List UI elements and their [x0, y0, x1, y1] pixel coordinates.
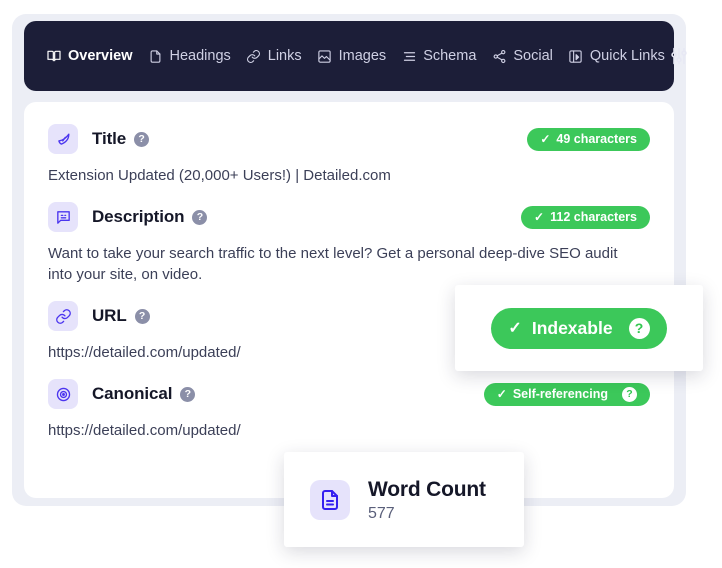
field-description-label: Description [92, 207, 185, 226]
check-icon: ✓ [496, 387, 507, 401]
word-count-text-group: Word Count 577 [368, 477, 486, 523]
status-badge-indexable-label: Indexable [531, 317, 613, 338]
target-icon [48, 379, 78, 409]
field-canonical-header: Canonical ? ✓ Self-referencing ? [48, 379, 650, 409]
share-icon [491, 48, 507, 64]
tab-social-label: Social [513, 48, 553, 64]
document-icon [148, 48, 164, 64]
field-description-header: Description ? ✓ 112 characters [48, 202, 650, 232]
field-title-label: Title [92, 129, 127, 148]
tab-quick-links[interactable]: Quick Links [568, 48, 665, 64]
tab-overview[interactable]: Overview [46, 48, 133, 64]
document-icon [310, 479, 350, 520]
link-icon [246, 48, 262, 64]
tab-social[interactable]: Social [491, 48, 553, 64]
main-navbar: Overview Headings Links Images Schema So… [24, 21, 687, 91]
status-badge-indexable[interactable]: ✓ Indexable ? [491, 307, 667, 349]
tab-headings[interactable]: Headings [148, 48, 231, 64]
quick-links-icon [568, 48, 584, 64]
status-badge-canonical-label: Self-referencing [512, 387, 608, 401]
rocket-icon [48, 124, 78, 154]
field-canonical: Canonical ? ✓ Self-referencing ? https:/… [48, 379, 650, 441]
help-icon-url[interactable]: ? [134, 308, 150, 324]
field-description-value: Want to take your search traffic to the … [48, 245, 618, 283]
link-icon [48, 301, 78, 331]
indexable-callout-card: ✓ Indexable ? [455, 285, 703, 371]
help-icon-canonical[interactable]: ? [180, 386, 196, 402]
check-icon: ✓ [534, 210, 545, 224]
screenshot-root: Overview Headings Links Images Schema So… [0, 0, 722, 568]
status-badge-description-length[interactable]: ✓ 112 characters [521, 205, 650, 229]
nav-item-list: Overview Headings Links Images Schema So… [46, 48, 665, 64]
status-badge-title-length[interactable]: ✓ 49 characters [527, 127, 650, 151]
status-badge-title-length-label: 49 characters [556, 132, 637, 146]
word-count-callout-card: Word Count 577 [284, 452, 524, 547]
tab-headings-label: Headings [169, 48, 231, 64]
word-count-title: Word Count [368, 477, 486, 501]
tab-schema-label: Schema [423, 48, 477, 64]
word-count-value: 577 [368, 504, 395, 522]
status-badge-description-length-label: 112 characters [550, 210, 637, 224]
tab-quick-links-label: Quick Links [589, 48, 665, 64]
tab-links-label: Links [267, 48, 302, 64]
status-badge-canonical[interactable]: ✓ Self-referencing ? [483, 382, 650, 406]
help-icon-title[interactable]: ? [134, 131, 150, 147]
field-canonical-value: https://detailed.com/updated/ [48, 422, 241, 439]
help-icon-canonical-badge[interactable]: ? [622, 386, 637, 402]
tab-links[interactable]: Links [246, 48, 302, 64]
check-icon: ✓ [508, 320, 522, 337]
tab-images-label: Images [338, 48, 387, 64]
book-icon [46, 48, 62, 64]
field-description: Description ? ✓ 112 characters Want to t… [48, 202, 650, 285]
tab-schema[interactable]: Schema [401, 48, 476, 64]
check-icon: ✓ [540, 132, 551, 146]
list-icon [401, 48, 417, 64]
help-icon-indexable[interactable]: ? [628, 317, 650, 339]
field-title-header: Title ? ✓ 49 characters [48, 124, 650, 154]
speech-bubble-icon [48, 202, 78, 232]
tab-images[interactable]: Images [317, 48, 387, 64]
sliders-icon[interactable] [669, 45, 689, 67]
image-icon [317, 48, 333, 64]
field-title: Title ? ✓ 49 characters Extension Update… [48, 124, 650, 186]
field-title-value: Extension Updated (20,000+ Users!) | Det… [48, 167, 391, 184]
tab-overview-label: Overview [68, 48, 133, 64]
field-canonical-label: Canonical [92, 384, 173, 403]
field-url-label: URL [92, 306, 127, 325]
help-icon-description[interactable]: ? [192, 209, 208, 225]
